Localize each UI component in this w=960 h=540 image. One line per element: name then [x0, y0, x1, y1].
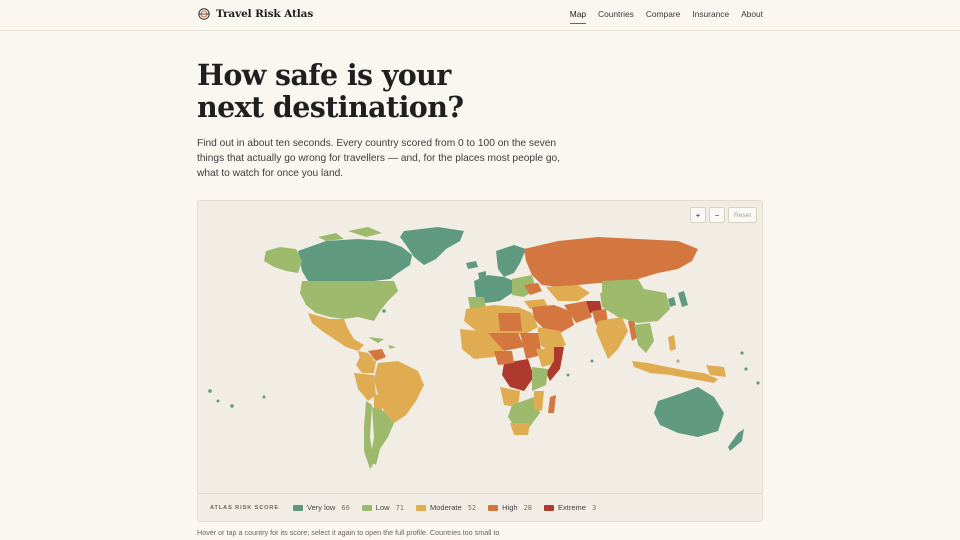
- brand[interactable]: Travel Risk Atlas: [198, 8, 313, 20]
- island-dot[interactable]: [740, 351, 744, 355]
- island-dot[interactable]: [744, 367, 748, 371]
- arctic-islands[interactable]: [318, 227, 382, 241]
- legend-swatch: [416, 504, 426, 511]
- island-dot[interactable]: [382, 309, 386, 313]
- map-zoom-controls: + − Reset: [690, 207, 757, 223]
- legend-item-high[interactable]: High 28: [488, 503, 532, 512]
- world-map[interactable]: [198, 201, 762, 495]
- legend-count: 52: [467, 503, 477, 512]
- legend-label: Low: [375, 503, 390, 512]
- legend-item-very-low[interactable]: Very low 66: [293, 503, 350, 512]
- country-iceland[interactable]: [466, 261, 478, 269]
- country-kazakhstan[interactable]: [546, 285, 590, 301]
- country-south-africa[interactable]: [510, 423, 530, 435]
- legend-count: 3: [591, 503, 597, 512]
- island-dot[interactable]: [566, 373, 570, 377]
- title-line-2: next destination?: [197, 90, 464, 124]
- nav-insurance[interactable]: Insurance: [692, 9, 729, 23]
- country-indonesia[interactable]: [632, 361, 718, 383]
- scandinavia[interactable]: [496, 245, 526, 277]
- island-dot[interactable]: [230, 404, 234, 408]
- country-china[interactable]: [600, 289, 670, 323]
- country-korea-japan[interactable]: [668, 291, 688, 307]
- country-canada[interactable]: [298, 239, 412, 281]
- island-dot[interactable]: [262, 395, 266, 399]
- reset-button[interactable]: Reset: [728, 207, 757, 223]
- legend-item-extreme[interactable]: Extreme 3: [544, 503, 596, 512]
- legend-swatch: [361, 504, 372, 511]
- country-russia[interactable]: [524, 237, 698, 287]
- legend-item-moderate[interactable]: Moderate 52: [416, 503, 476, 512]
- legend-swatch: [293, 504, 303, 511]
- country-new-zealand[interactable]: [728, 429, 744, 451]
- legend-swatch: [544, 504, 554, 511]
- se-asia[interactable]: [634, 323, 654, 353]
- nav-map[interactable]: Map: [569, 9, 587, 25]
- map-legend: ATLAS RISK SCORE Very low 66 Low 71 Mode…: [198, 493, 762, 521]
- brand-name: Travel Risk Atlas: [216, 8, 314, 20]
- caribbean[interactable]: [368, 337, 396, 349]
- page-title: How safe is your next destination?: [197, 59, 657, 123]
- legend-count: 28: [523, 503, 532, 512]
- island-dot[interactable]: [676, 359, 680, 363]
- country-mexico[interactable]: [308, 313, 364, 351]
- country-mozambique[interactable]: [534, 391, 544, 411]
- country-peru[interactable]: [354, 373, 376, 401]
- zoom-out-button[interactable]: −: [709, 207, 726, 223]
- main-nav: Map Countries Compare Insurance About: [569, 9, 763, 25]
- country-madagascar[interactable]: [548, 395, 556, 413]
- legend-label: Extreme: [558, 503, 586, 512]
- nav-countries[interactable]: Countries: [598, 9, 634, 23]
- intro-text: Find out in about ten seconds. Every cou…: [197, 138, 560, 179]
- top-bar: Travel Risk Atlas Map Countries Compare …: [0, 0, 960, 31]
- map-caption: Hover or tap a country for its score; se…: [197, 528, 500, 537]
- country-libya[interactable]: [498, 313, 522, 331]
- legend-label: Moderate: [430, 503, 462, 512]
- country-alaska[interactable]: [264, 247, 302, 273]
- zoom-in-button[interactable]: +: [690, 207, 707, 223]
- central-africa[interactable]: [494, 351, 514, 365]
- world-map-card: + − Reset ATLAS RISK SCORE Very low 66 L…: [197, 200, 763, 522]
- east-africa[interactable]: [532, 367, 548, 391]
- nav-compare[interactable]: Compare: [646, 9, 680, 23]
- legend-count: 71: [395, 503, 404, 512]
- legend-count: 66: [341, 503, 350, 512]
- legend-swatch: [488, 504, 499, 511]
- legend-title: ATLAS RISK SCORE: [210, 504, 279, 511]
- island-dot[interactable]: [756, 381, 760, 385]
- nav-about[interactable]: About: [741, 9, 763, 23]
- country-philippines[interactable]: [668, 335, 676, 351]
- legend-item-low[interactable]: Low 71: [361, 503, 404, 512]
- island-dot[interactable]: [208, 389, 212, 393]
- title-line-1: How safe is your: [197, 58, 451, 92]
- island-dot[interactable]: [216, 399, 220, 403]
- country-australia[interactable]: [654, 387, 724, 437]
- legend-label: Very low: [307, 503, 336, 512]
- island-dot[interactable]: [590, 359, 594, 363]
- country-india[interactable]: [596, 317, 628, 359]
- globe-icon: [198, 8, 210, 20]
- legend-label: High: [502, 503, 518, 512]
